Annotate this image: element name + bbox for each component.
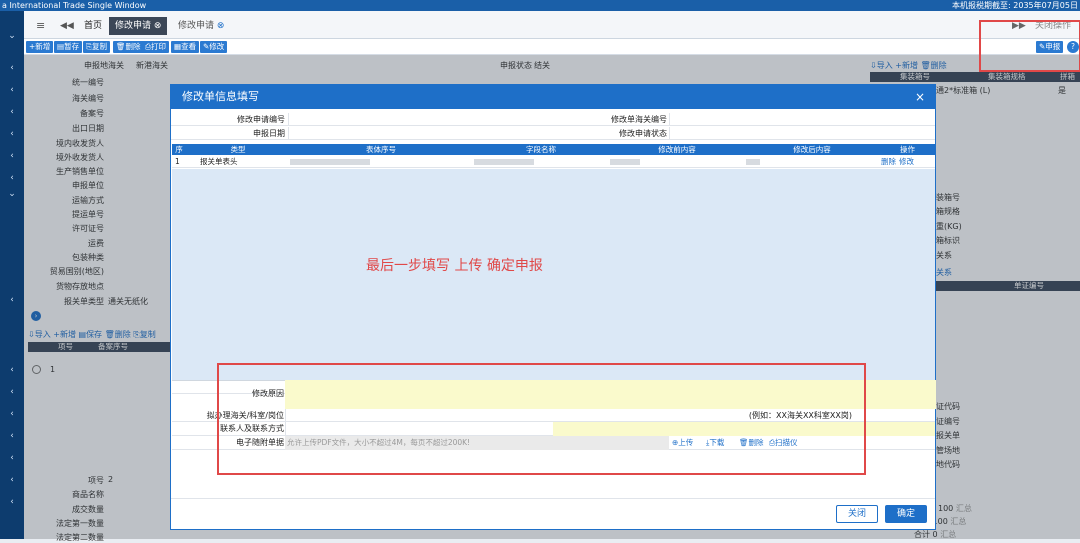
sidebar-arrow-icon[interactable]: ‹ — [0, 149, 24, 163]
tab-home[interactable]: 首页 — [78, 17, 108, 35]
close-icon[interactable]: ⊗ — [154, 21, 162, 31]
annotation-text: 最后一步填写 上传 确定申报 — [366, 258, 543, 274]
info-row: 修改申请编号 修改单海关编号 — [171, 113, 935, 126]
header-notice: 本机报税期截至: 2035年07月05日 — [952, 1, 1078, 10]
menu-icon[interactable]: ≡ — [30, 17, 51, 35]
window-title: a International Trade Single Window — [2, 1, 147, 10]
modal-header: 修改单信息填写 — [171, 85, 935, 109]
sidebar-expand-icon[interactable]: ⌄ — [0, 29, 24, 43]
modal-title: 修改单信息填写 — [182, 90, 259, 103]
new-button[interactable]: +新增 — [26, 41, 54, 53]
footer-divider — [171, 498, 935, 499]
sidebar-arrow-icon[interactable]: ‹ — [0, 407, 24, 421]
apply-no-label: 修改申请编号 — [237, 115, 285, 124]
redacted-value — [474, 159, 534, 165]
table-body-empty — [172, 169, 935, 380]
apply-status-label: 修改申请状态 — [619, 129, 667, 138]
highlight-box — [217, 363, 866, 475]
sidebar-arrow-icon[interactable]: ‹ — [0, 495, 24, 509]
apply-date-label: 申报日期 — [253, 129, 285, 138]
button-label: 新增 — [35, 42, 51, 51]
customs-no-field[interactable] — [669, 113, 935, 125]
sidebar-arrow-icon[interactable]: ‹ — [0, 451, 24, 465]
col-body-seq: 表体序号 — [366, 145, 396, 154]
tab-bar: ≡ ◀◀ 首页 修改申请 ⊗ 修改申请 ⊗ ▶▶ 关闭操作 — [24, 11, 1080, 39]
sidebar-arrow-icon[interactable]: ‹ — [0, 61, 24, 75]
tab-modify-active[interactable]: 修改申请 ⊗ — [109, 17, 168, 35]
query-button[interactable]: ▦查看 — [171, 41, 200, 53]
delete-button[interactable]: 🗑删除 — [113, 41, 144, 53]
row-modify-link[interactable]: 修改 — [899, 156, 914, 167]
row-seq: 1 — [175, 157, 180, 166]
redacted-value — [290, 159, 370, 165]
apply-date-field[interactable] — [288, 127, 552, 139]
col-field-name: 字段名称 — [526, 145, 556, 154]
button-label: 删除 — [125, 42, 141, 51]
apply-no-field[interactable] — [288, 113, 552, 125]
col-before: 修改前内容 — [658, 145, 696, 154]
info-row: 申报日期 修改申请状态 — [171, 127, 935, 140]
table-row[interactable]: 1 报关单表头 删除 修改 — [172, 156, 935, 168]
sidebar-arrow-icon[interactable]: ‹ — [0, 429, 24, 443]
sidebar-arrow-icon[interactable]: ‹ — [0, 105, 24, 119]
close-icon[interactable]: ⊗ — [217, 21, 225, 31]
tab-label: 修改申请 — [115, 21, 152, 31]
col-after: 修改后内容 — [793, 145, 831, 154]
close-button[interactable]: 关闭 — [836, 505, 878, 523]
row-type: 报关单表头 — [200, 157, 238, 166]
copy-button[interactable]: ⎘复制 — [83, 41, 110, 53]
sidebar-arrow-icon[interactable]: ‹ — [0, 127, 24, 141]
apply-status-field — [669, 127, 935, 139]
redacted-value — [610, 159, 640, 165]
sidebar-arrow-icon[interactable]: ‹ — [0, 363, 24, 377]
button-label: 打印 — [151, 42, 166, 51]
modify-table-header: 序号 类型 表体序号 字段名称 修改前内容 修改后内容 操作 — [172, 144, 935, 165]
redacted-value — [746, 159, 760, 165]
modify-button[interactable]: ✎修改 — [200, 41, 228, 53]
save-draft-button[interactable]: ▤暂存 — [54, 41, 83, 53]
sidebar-arrow-icon[interactable]: ‹ — [0, 293, 24, 307]
button-label: 查看 — [181, 42, 197, 51]
sidebar-arrow-icon[interactable]: ‹ — [0, 473, 24, 487]
sidebar-expand-icon[interactable]: ⌄ — [0, 187, 24, 201]
col-action: 操作 — [900, 145, 915, 154]
button-label: 暂存 — [64, 42, 80, 51]
button-label: 复制 — [92, 42, 107, 51]
print-button[interactable]: ⎙打印 — [142, 41, 169, 53]
row-delete-link[interactable]: 删除 — [881, 156, 896, 167]
close-icon[interactable]: × — [915, 85, 925, 109]
tab-modify-second[interactable]: 修改申请 ⊗ — [172, 17, 230, 35]
button-label: 修改 — [209, 42, 225, 51]
main-toolbar: +新增 ▤暂存 ⎘复制 🗑删除 ⎙打印 ▦查看 ✎修改 ✎申报 ? — [24, 39, 1080, 55]
customs-no-label: 修改单海关编号 — [611, 115, 667, 124]
tabs-back-icon[interactable]: ◀◀ — [54, 17, 80, 35]
highlight-box — [979, 20, 1080, 72]
title-bar: a International Trade Single Window 本机报税… — [0, 0, 1080, 11]
left-sidebar: ⌄ ‹ ‹ ‹ ‹ ‹ ‹ ⌄ ‹ ‹ ‹ ‹ ‹ ‹ ‹ ‹ — [0, 11, 24, 539]
col-type: 类型 — [230, 145, 246, 154]
col-seq: 序号 — [175, 145, 183, 165]
sidebar-arrow-icon[interactable]: ‹ — [0, 171, 24, 185]
sidebar-arrow-icon[interactable]: ‹ — [0, 83, 24, 97]
sidebar-arrow-icon[interactable]: ‹ — [0, 385, 24, 399]
tab-label: 修改申请 — [178, 21, 215, 31]
confirm-button[interactable]: 确定 — [885, 505, 927, 523]
